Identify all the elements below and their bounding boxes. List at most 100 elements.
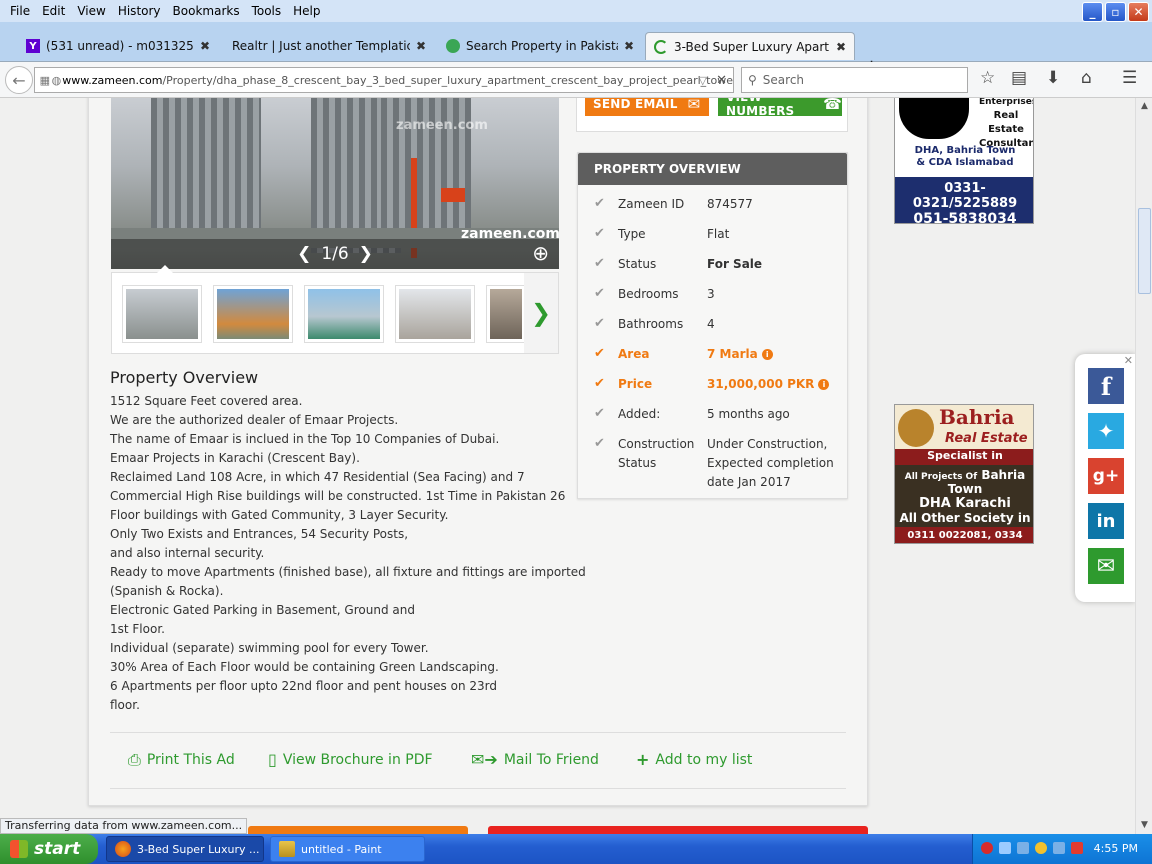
bookmark-star-icon[interactable]: ☆ — [980, 68, 995, 88]
close-icon[interactable]: ✖ — [416, 39, 426, 53]
overview-value: 4 — [707, 317, 715, 331]
thumbnail-3[interactable] — [304, 285, 384, 343]
ad1-phone: 051-5838034 — [913, 211, 1017, 224]
overview-label: Added: — [618, 407, 661, 421]
overview-label: Type — [618, 227, 646, 241]
search-input[interactable]: ⚲ Search — [741, 67, 968, 93]
scroll-up-icon[interactable]: ▲ — [1136, 98, 1152, 115]
description-line: Commercial High Rise buildings will be c… — [110, 489, 566, 503]
description-line: Emaar Projects in Karachi (Crescent Bay)… — [110, 451, 360, 465]
task-paint[interactable]: untitled - Paint — [270, 836, 425, 862]
check-icon: ✔ — [594, 346, 605, 361]
info-icon[interactable]: i — [818, 379, 830, 390]
thumbnail-1[interactable] — [122, 285, 202, 343]
tab-active-property[interactable]: 3-Bed Super Luxury Apartme... ✖ — [645, 32, 855, 60]
minimize-button[interactable]: _ — [1082, 2, 1103, 22]
reading-list-icon[interactable]: ▤ — [1011, 68, 1027, 88]
ad2-body: All Projects Of Bahria Town DHA Karachi … — [895, 465, 1033, 543]
network-icon[interactable] — [999, 842, 1011, 854]
network-icon[interactable] — [1017, 842, 1029, 854]
ad2-brand: Bahria — [939, 405, 1015, 429]
thumbnail-2[interactable] — [213, 285, 293, 343]
ad-banner-ok-enterprises[interactable]: Enterprises Real Estate Consultant DHA, … — [894, 98, 1034, 224]
back-icon[interactable]: ← — [5, 66, 33, 94]
grid-icon[interactable]: ▦ — [39, 74, 51, 87]
ad2-line: All Projects Of Bahria Town — [895, 468, 1033, 496]
close-icon[interactable]: ✖ — [624, 39, 634, 53]
download-icon[interactable]: ⬇ — [1046, 68, 1060, 88]
mail-forward-icon: ✉➔ — [471, 750, 498, 769]
thumbnail-4[interactable] — [395, 285, 475, 343]
menu-icon[interactable]: ☰ — [1122, 68, 1137, 88]
overview-value: 5 months ago — [707, 407, 790, 421]
ad1-line: Real Estate — [988, 110, 1024, 135]
warning-icon[interactable] — [1071, 842, 1083, 854]
view-brochure-link[interactable]: ▯ View Brochure in PDF — [268, 750, 433, 769]
reload-icon[interactable]: ✕ — [716, 73, 727, 88]
ad2-specialist: Specialist in — [895, 449, 1033, 465]
clock: 4:55 PM — [1093, 842, 1138, 855]
close-icon[interactable]: ✖ — [836, 40, 846, 54]
home-icon[interactable]: ⌂ — [1081, 68, 1092, 88]
next-icon[interactable]: ❯ — [359, 244, 373, 264]
description-text: 1512 Square Feet covered area. We are th… — [110, 392, 586, 715]
view-numbers-button[interactable]: VIEW NUMBERS ☎ — [718, 98, 842, 118]
description-line: (Spanish & Rocka). — [110, 584, 224, 598]
mail-friend-link[interactable]: ✉➔ Mail To Friend — [471, 750, 599, 769]
thumbnail-next-icon[interactable]: ❯ — [524, 273, 558, 353]
antivirus-icon[interactable] — [981, 842, 993, 854]
prev-icon[interactable]: ❮ — [297, 244, 311, 264]
twitter-icon[interactable]: ✦ — [1088, 413, 1124, 449]
linkedin-icon[interactable]: in — [1088, 503, 1124, 539]
ad-banner-bahria-real-estate[interactable]: Bahria Real Estate Specialist in All Pro… — [894, 404, 1034, 544]
print-ad-link[interactable]: ⎙ Print This Ad — [128, 750, 235, 770]
ad2-line-a: All Projects Of — [904, 472, 978, 482]
overview-value: Flat — [707, 227, 730, 241]
vertical-scrollbar[interactable]: ▲ ▼ — [1135, 98, 1152, 834]
menu-file[interactable]: File — [4, 4, 36, 18]
printer-icon: ⎙ — [128, 750, 141, 769]
menu-tools[interactable]: Tools — [246, 4, 288, 18]
info-icon[interactable]: i — [761, 349, 773, 360]
add-to-list-link[interactable]: + Add to my list — [636, 750, 752, 769]
tab-yahoo[interactable]: Y (531 unread) - m0313256695... ✖ — [18, 32, 218, 60]
ad1-line: Enterprises — [979, 98, 1034, 107]
ad1-text: Enterprises Real Estate Consultant — [979, 98, 1033, 151]
check-icon: ✔ — [594, 406, 605, 421]
tab-realtr[interactable]: Realtr | Just another Templatic Th... ✖ — [224, 32, 434, 60]
main-photo[interactable]: zameen.com zameen.com ❮ 1/6 ❯ ⊕ — [111, 98, 559, 269]
thumbnail-5[interactable] — [486, 285, 526, 343]
red-strip — [488, 826, 868, 834]
close-button[interactable]: ✕ — [1128, 2, 1149, 22]
maximize-button[interactable]: ▫ — [1105, 2, 1126, 22]
close-icon[interactable]: ✕ — [1124, 354, 1133, 367]
photo-crane — [441, 188, 465, 202]
info-icon[interactable] — [1035, 842, 1047, 854]
dropdown-icon[interactable]: ▽ — [699, 74, 707, 87]
menu-bookmarks[interactable]: Bookmarks — [167, 4, 246, 18]
facebook-icon[interactable]: f — [1088, 368, 1124, 404]
menu-view[interactable]: View — [71, 4, 111, 18]
menu-history[interactable]: History — [112, 4, 167, 18]
description-line: Electronic Gated Parking in Basement, Gr… — [110, 603, 415, 617]
view-brochure-label: View Brochure in PDF — [282, 751, 433, 768]
zoom-icon[interactable]: ⊕ — [532, 241, 549, 265]
volume-icon[interactable] — [1053, 842, 1065, 854]
scroll-down-icon[interactable]: ▼ — [1136, 817, 1152, 834]
send-email-button[interactable]: SEND EMAIL ✉ — [585, 98, 709, 116]
windows-logo-icon — [10, 840, 28, 858]
menu-edit[interactable]: Edit — [36, 4, 71, 18]
scroll-thumb[interactable] — [1138, 208, 1151, 294]
email-share-icon[interactable]: ✉ — [1088, 548, 1124, 584]
url-bar[interactable]: ▦ ◍ www.zameen.com /Property/dha_phase_8… — [34, 67, 734, 93]
menu-help[interactable]: Help — [287, 4, 326, 18]
start-button[interactable]: start — [0, 834, 98, 864]
google-plus-icon[interactable]: g+ — [1088, 458, 1124, 494]
task-firefox[interactable]: 3-Bed Super Luxury ... — [106, 836, 264, 862]
tab-search-property[interactable]: Search Property in Pakistan ✖ — [438, 32, 642, 60]
close-icon[interactable]: ✖ — [200, 39, 210, 53]
thumb-marker — [157, 265, 173, 273]
ad1-line: DHA, Bahria Town — [914, 145, 1016, 156]
ad1-phone: 0331-0321/5225889 — [912, 181, 1018, 211]
tab-title: 3-Bed Super Luxury Apartme... — [674, 39, 830, 54]
